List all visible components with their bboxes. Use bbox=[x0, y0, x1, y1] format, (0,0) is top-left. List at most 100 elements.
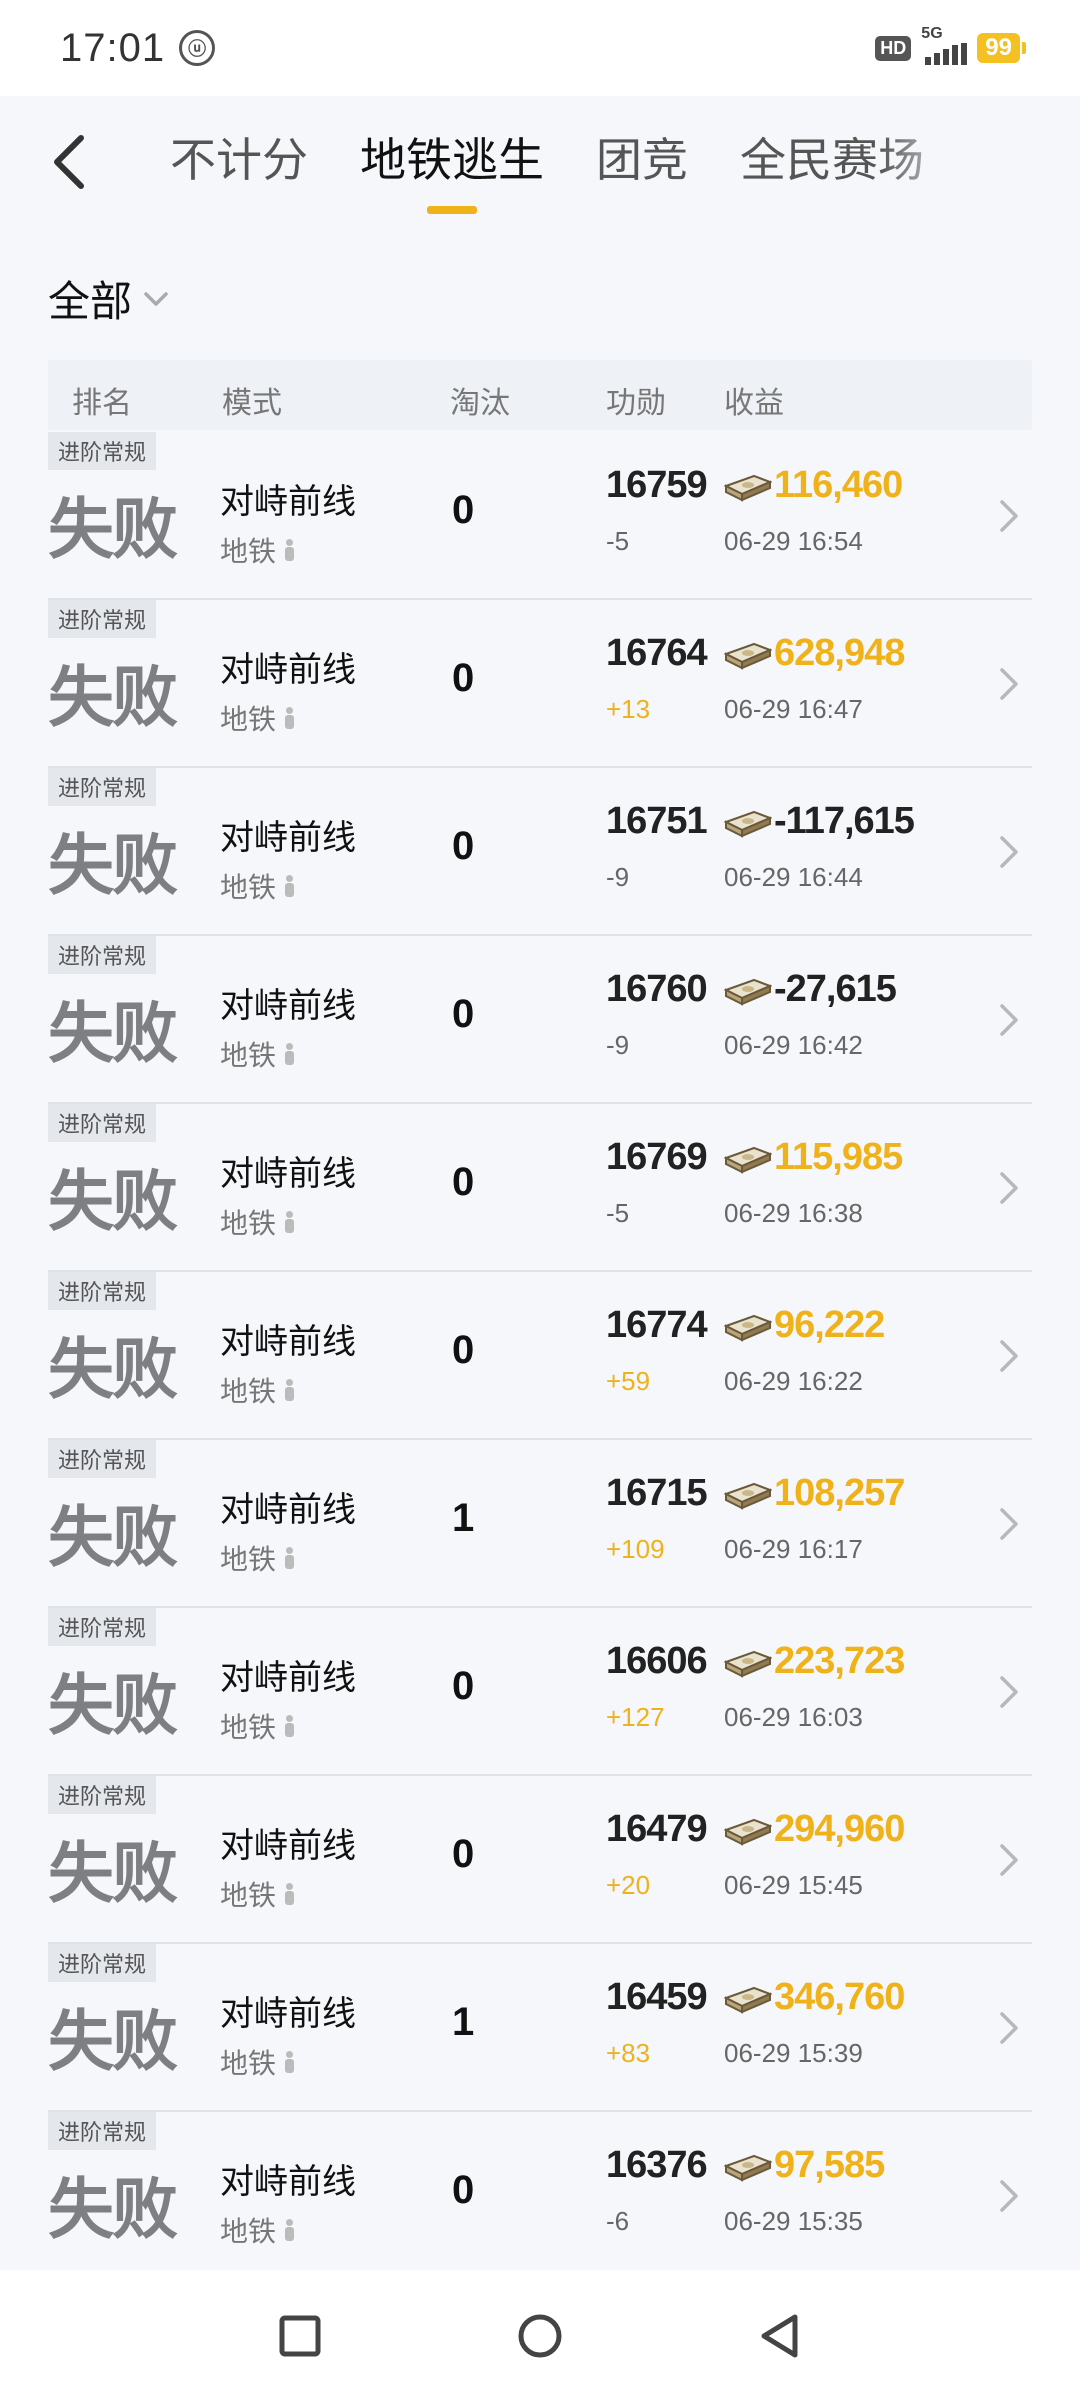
match-time: 06-29 15:39 bbox=[724, 2038, 863, 2068]
cash-icon bbox=[724, 2154, 772, 2182]
table-row[interactable]: 进阶常规 失败 对峙前线 地铁 0 16764 +13 628,948 06-29 16:47 bbox=[48, 600, 1032, 768]
match-time: 06-29 16:03 bbox=[724, 1702, 863, 1732]
person-icon bbox=[284, 1211, 295, 1233]
merit-delta: -9 bbox=[606, 862, 630, 892]
mode-tag: 进阶常规 bbox=[48, 1944, 157, 1982]
result-label: 失败 bbox=[48, 2004, 178, 2078]
table-row[interactable]: 进阶常规 失败 对峙前线 地铁 0 16376 -6 97,585 06-29 15:35 bbox=[48, 2112, 1032, 2280]
mode-tag: 进阶常规 bbox=[48, 1272, 157, 1310]
income-value: 628,948 bbox=[774, 632, 905, 674]
merit-delta: +13 bbox=[606, 694, 651, 724]
result-label: 失败 bbox=[48, 1500, 178, 1574]
merit-delta: +127 bbox=[606, 1702, 665, 1732]
mode-tag: 进阶常规 bbox=[48, 600, 157, 638]
merit-delta: -6 bbox=[606, 2206, 630, 2236]
mode-tag: 进阶常规 bbox=[48, 768, 157, 806]
status-time: 17:01 bbox=[60, 25, 166, 70]
header-income: 收益 bbox=[724, 387, 784, 420]
income-value: 96,222 bbox=[774, 1304, 885, 1346]
kills-value: 0 bbox=[452, 1832, 475, 1876]
match-time: 06-29 16:42 bbox=[724, 1030, 863, 1060]
income-value: 116,460 bbox=[774, 464, 903, 506]
kills-value: 1 bbox=[452, 1496, 475, 1540]
map-name: 对峙前线 bbox=[220, 1491, 356, 1529]
back-nav-button[interactable] bbox=[752, 2308, 808, 2364]
recent-apps-button[interactable] bbox=[272, 2308, 328, 2364]
income-value: 294,960 bbox=[774, 1808, 905, 1850]
merit-value: 16760 bbox=[606, 968, 708, 1010]
result-label: 失败 bbox=[48, 492, 178, 566]
home-button[interactable] bbox=[512, 2308, 568, 2364]
map-name: 对峙前线 bbox=[220, 651, 356, 689]
map-type: 地铁 bbox=[220, 698, 295, 738]
cash-icon bbox=[724, 1650, 772, 1678]
table-row[interactable]: 进阶常规 失败 对峙前线 地铁 1 16715 +109 108,257 06-29 16:17 bbox=[48, 1440, 1032, 1608]
merit-value: 16764 bbox=[606, 632, 708, 674]
income-value: 346,760 bbox=[774, 1976, 905, 2018]
mode-tag: 进阶常规 bbox=[48, 1104, 157, 1142]
chevron-right-icon bbox=[1000, 1676, 1018, 1708]
table-row[interactable]: 进阶常规 失败 对峙前线 地铁 0 16769 -5 115,985 06-29 16:38 bbox=[48, 1104, 1032, 1272]
chevron-right-icon bbox=[1000, 1172, 1018, 1204]
table-row[interactable]: 进阶常规 失败 对峙前线 地铁 0 16774 +59 96,222 06-29 16:22 bbox=[48, 1272, 1032, 1440]
result-label: 失败 bbox=[48, 1332, 178, 1406]
map-type-label: 地铁 bbox=[220, 2216, 277, 2247]
merit-delta: -5 bbox=[606, 526, 630, 556]
chevron-right-icon bbox=[1000, 500, 1018, 532]
tab-1[interactable]: 地铁逃生 bbox=[360, 124, 544, 214]
chevron-right-icon bbox=[1000, 1004, 1018, 1036]
income-value: 223,723 bbox=[774, 1640, 905, 1682]
merit-value: 16479 bbox=[606, 1808, 708, 1850]
status-left: 17:01 ⓤ bbox=[60, 25, 216, 71]
cash-icon bbox=[724, 810, 772, 838]
map-type: 地铁 bbox=[220, 1202, 295, 1242]
table-row[interactable]: 进阶常规 失败 对峙前线 地铁 0 16606 +127 223,723 06-29 16:03 bbox=[48, 1608, 1032, 1776]
map-type: 地铁 bbox=[220, 866, 295, 906]
header-kills: 淘汰 bbox=[450, 387, 510, 420]
map-name: 对峙前线 bbox=[220, 483, 356, 521]
income-value: 108,257 bbox=[774, 1472, 905, 1514]
table-row[interactable]: 进阶常规 失败 对峙前线 地铁 0 16759 -5 116,460 06-29 16:54 bbox=[48, 432, 1032, 600]
merit-value: 16751 bbox=[606, 800, 708, 842]
filter-dropdown[interactable]: 全部 bbox=[48, 268, 170, 329]
battery-icon: 99 bbox=[977, 33, 1026, 63]
table-header: 排名 模式 淘汰 功勋 收益 bbox=[48, 360, 1032, 430]
tab-2[interactable]: 团竞 bbox=[596, 124, 688, 214]
chevron-right-icon bbox=[1000, 1340, 1018, 1372]
merit-delta: +20 bbox=[606, 1870, 651, 1900]
tab-bar: 不计分 地铁逃生 团竞 全民赛场 bbox=[170, 124, 930, 214]
map-name: 对峙前线 bbox=[220, 1155, 356, 1193]
cash-icon bbox=[724, 1818, 772, 1846]
mode-tag: 进阶常规 bbox=[48, 432, 157, 470]
map-type-label: 地铁 bbox=[220, 1880, 277, 1911]
kills-value: 0 bbox=[452, 1328, 475, 1372]
income-value: 115,985 bbox=[774, 1136, 903, 1178]
match-time: 06-29 16:17 bbox=[724, 1534, 863, 1564]
table-row[interactable]: 进阶常规 失败 对峙前线 地铁 0 16479 +20 294,960 06-29 15:45 bbox=[48, 1776, 1032, 1944]
map-type-label: 地铁 bbox=[220, 536, 277, 567]
mode-tag: 进阶常规 bbox=[48, 1440, 157, 1478]
map-name: 对峙前线 bbox=[220, 1827, 356, 1865]
result-label: 失败 bbox=[48, 660, 178, 734]
app-notification-icon: ⓤ bbox=[179, 30, 216, 66]
tab-0[interactable]: 不计分 bbox=[170, 124, 308, 214]
map-name: 对峙前线 bbox=[220, 1323, 356, 1361]
map-type: 地铁 bbox=[220, 530, 295, 570]
map-type: 地铁 bbox=[220, 1034, 295, 1074]
income-value: -117,615 bbox=[774, 800, 915, 842]
filter-label: 全部 bbox=[48, 278, 133, 325]
person-icon bbox=[284, 875, 295, 897]
person-icon bbox=[284, 1043, 295, 1065]
merit-value: 16606 bbox=[606, 1640, 708, 1682]
match-time: 06-29 15:35 bbox=[724, 2206, 863, 2236]
kills-value: 0 bbox=[452, 992, 475, 1036]
back-button[interactable] bbox=[44, 130, 94, 194]
map-type-label: 地铁 bbox=[220, 1376, 277, 1407]
status-bar: 17:01 ⓤ HD 5G 99 bbox=[0, 0, 1080, 96]
table-row[interactable]: 进阶常规 失败 对峙前线 地铁 1 16459 +83 346,760 06-29 15:39 bbox=[48, 1944, 1032, 2112]
table-row[interactable]: 进阶常规 失败 对峙前线 地铁 0 16751 -9 -117,615 06-29 16:44 bbox=[48, 768, 1032, 936]
person-icon bbox=[284, 539, 295, 561]
hd-icon: HD bbox=[875, 35, 912, 61]
chevron-right-icon bbox=[1000, 2012, 1018, 2044]
table-row[interactable]: 进阶常规 失败 对峙前线 地铁 0 16760 -9 -27,615 06-29 16:42 bbox=[48, 936, 1032, 1104]
